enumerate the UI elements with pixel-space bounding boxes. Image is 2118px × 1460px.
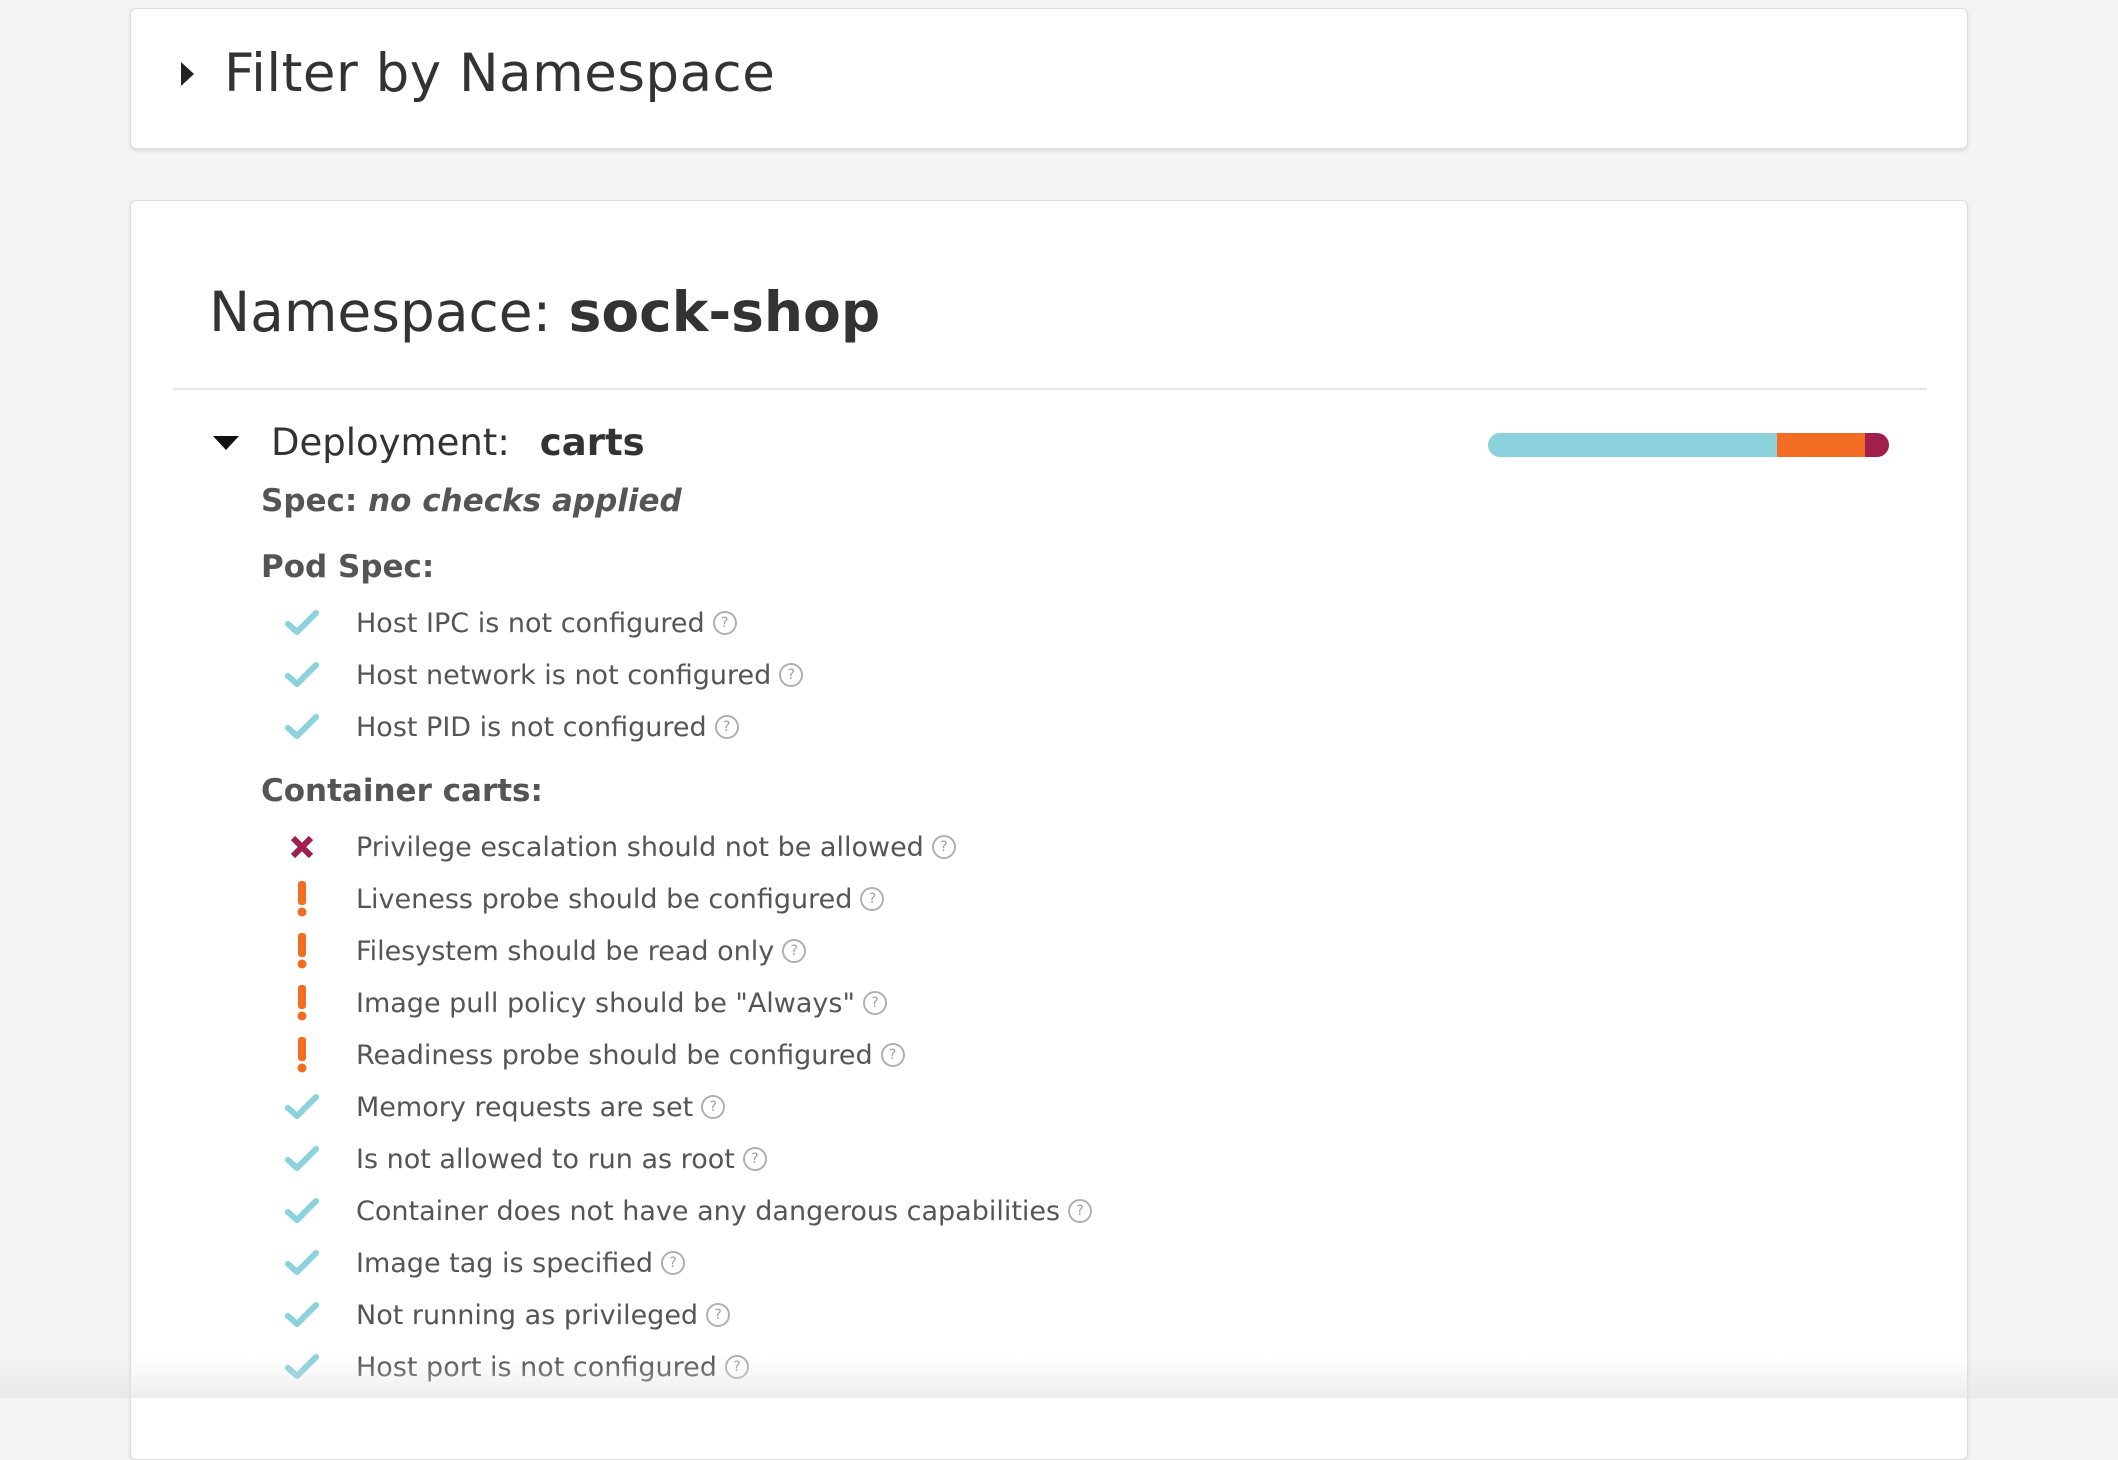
checkmark-icon	[283, 604, 321, 642]
check-item: Privilege escalation should not be allow…	[283, 821, 1092, 873]
container-check-list: Privilege escalation should not be allow…	[283, 821, 1093, 1393]
check-text: Image pull policy should be "Always"	[356, 987, 855, 1019]
check-item: Host network is not configured?	[283, 649, 804, 701]
question-circle-icon[interactable]: ?	[701, 1095, 726, 1119]
check-text: Memory requests are set	[356, 1091, 694, 1123]
check-text: Privilege escalation should not be allow…	[356, 831, 924, 863]
container-title: Container carts:	[261, 773, 543, 809]
check-text: Host IPC is not configured	[356, 607, 705, 639]
pod-spec-title: Pod Spec:	[261, 549, 435, 585]
check-text: Image tag is specified	[356, 1247, 654, 1279]
check-text: Host port is not configured	[356, 1351, 717, 1383]
question-circle-icon[interactable]: ?	[661, 1251, 686, 1275]
question-circle-icon[interactable]: ?	[931, 835, 956, 859]
question-circle-icon[interactable]: ?	[862, 991, 887, 1015]
check-item: Image pull policy should be "Always"?	[283, 977, 1092, 1029]
exclamation-icon	[283, 932, 321, 970]
question-circle-icon[interactable]: ?	[779, 663, 804, 687]
score-bar-success-segment	[1488, 433, 1777, 457]
check-item: Host IPC is not configured?	[283, 597, 803, 649]
check-text: Filesystem should be read only	[356, 935, 775, 967]
check-text: Readiness probe should be configured	[356, 1039, 873, 1071]
pod-spec-check-list: Host IPC is not configured? Host network …	[283, 597, 804, 753]
deployment-label: Deployment:	[271, 421, 510, 464]
exclamation-icon	[283, 984, 321, 1022]
namespace-divider	[173, 388, 1927, 390]
check-item: Not running as privileged?	[283, 1289, 1092, 1341]
check-text: Container does not have any dangerous ca…	[356, 1195, 1061, 1227]
checkmark-icon	[283, 1140, 321, 1178]
checkmark-icon	[283, 708, 321, 746]
caret-down-icon[interactable]	[213, 435, 239, 450]
question-circle-icon[interactable]: ?	[782, 939, 807, 963]
exclamation-icon	[283, 880, 321, 918]
check-item: Is not allowed to run as root?	[283, 1133, 1092, 1185]
namespace-card: Namespace: sock-shop Deployment: carts S…	[130, 200, 1968, 1460]
checkmark-icon	[283, 1296, 321, 1334]
check-text: Host PID is not configured	[356, 711, 707, 743]
check-text: Host network is not configured	[356, 659, 772, 691]
x-mark-icon	[283, 828, 321, 866]
checkmark-icon	[283, 656, 321, 694]
check-text: Is not allowed to run as root	[356, 1143, 735, 1175]
check-item: Filesystem should be read only?	[283, 925, 1092, 977]
question-circle-icon[interactable]: ?	[860, 887, 885, 911]
check-item: Host port is not configured?	[283, 1341, 1092, 1393]
spec-value: no checks applied	[368, 483, 682, 519]
question-circle-icon[interactable]: ?	[1068, 1199, 1093, 1223]
score-bar-error-segment	[1864, 433, 1889, 457]
check-item: Memory requests are set?	[283, 1081, 1092, 1133]
checkmark-icon	[283, 1244, 321, 1282]
question-circle-icon[interactable]: ?	[712, 611, 737, 635]
filter-panel: Filter by Namespace	[130, 8, 1968, 149]
score-bar-warning-segment	[1776, 433, 1865, 457]
question-circle-icon[interactable]: ?	[724, 1355, 749, 1379]
check-text: Not running as privileged	[356, 1299, 699, 1331]
deployment-name: carts	[539, 421, 645, 464]
caret-right-icon[interactable]	[181, 61, 194, 86]
check-item: Image tag is specified?	[283, 1237, 1092, 1289]
question-circle-icon[interactable]: ?	[880, 1043, 905, 1067]
check-item: Host PID is not configured?	[283, 701, 803, 753]
checkmark-icon	[283, 1192, 321, 1230]
checkmark-icon	[283, 1348, 321, 1386]
namespace-name: sock-shop	[568, 280, 881, 344]
exclamation-icon	[283, 1036, 321, 1074]
filter-toggle[interactable]: Filter by Namespace	[181, 47, 775, 100]
deployment-toggle[interactable]: Deployment: carts	[213, 421, 645, 464]
checkmark-icon	[283, 1088, 321, 1126]
filter-title[interactable]: Filter by Namespace	[224, 47, 775, 100]
question-circle-icon[interactable]: ?	[706, 1303, 731, 1327]
spec-label: Spec:	[261, 483, 369, 519]
check-item: Readiness probe should be configured?	[283, 1029, 1092, 1081]
check-item: Container does not have any dangerous ca…	[283, 1185, 1093, 1237]
spec-line: Spec: no checks applied	[261, 483, 682, 519]
namespace-label: Namespace:	[209, 280, 569, 344]
check-text: Liveness probe should be configured	[356, 883, 853, 915]
question-circle-icon[interactable]: ?	[742, 1147, 767, 1171]
namespace-header: Namespace: sock-shop	[209, 285, 880, 340]
question-circle-icon[interactable]: ?	[714, 715, 739, 739]
check-item: Liveness probe should be configured?	[283, 873, 1092, 925]
deployment-score-bar	[1488, 433, 1889, 457]
